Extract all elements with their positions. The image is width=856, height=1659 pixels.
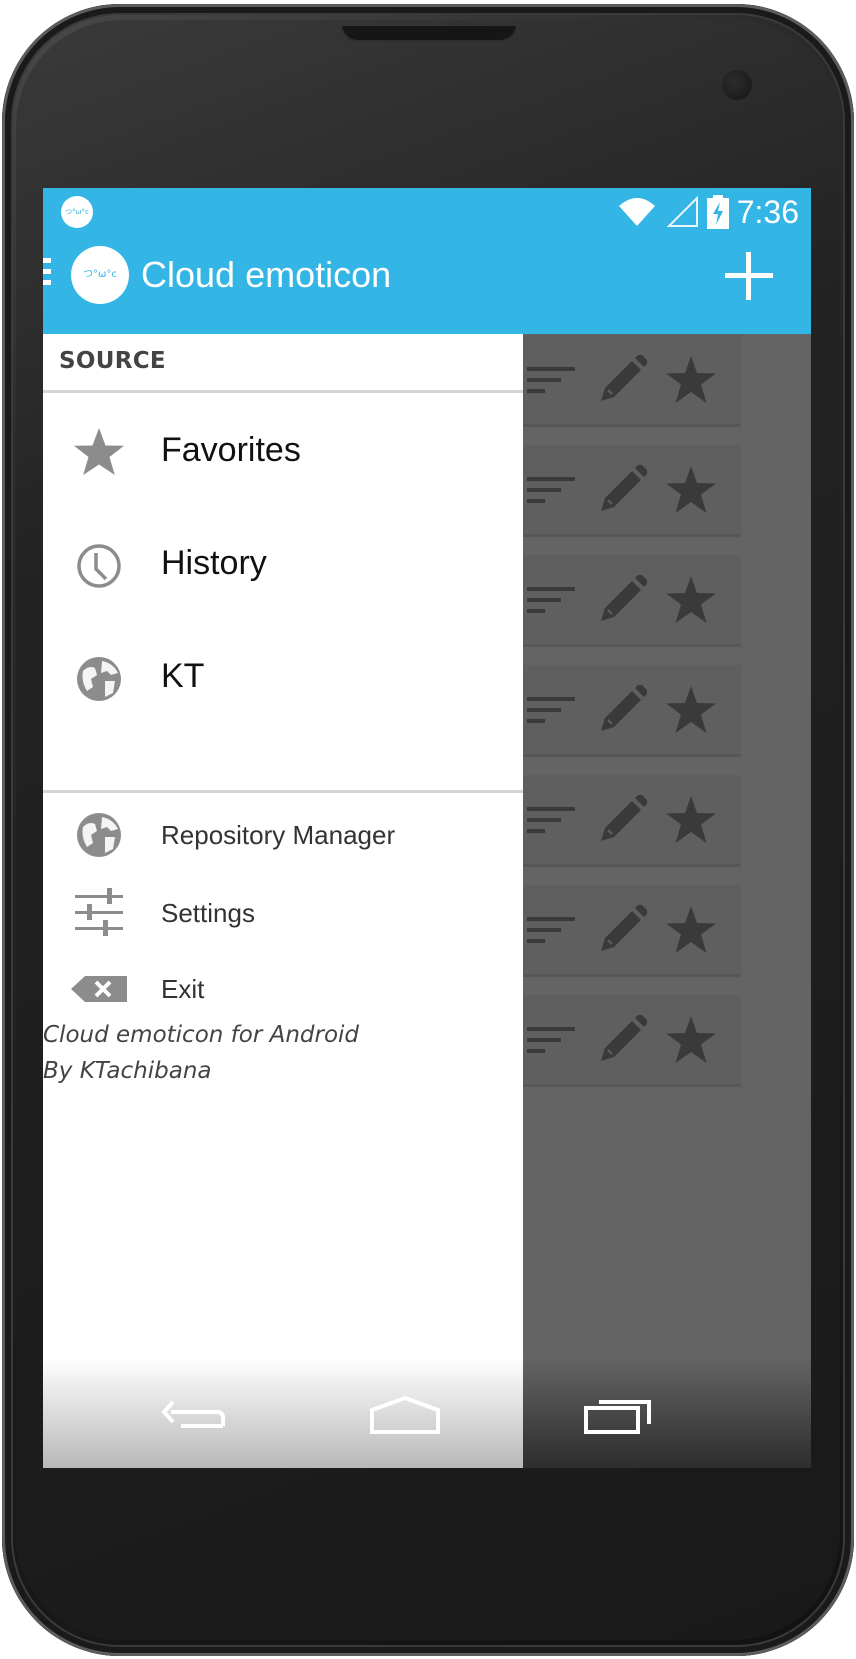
edit-pencil-icon[interactable] bbox=[597, 905, 647, 955]
favorite-star-icon[interactable] bbox=[665, 355, 717, 405]
sort-lines-icon[interactable] bbox=[527, 577, 577, 623]
sort-lines-icon[interactable] bbox=[527, 357, 577, 403]
globe-icon bbox=[77, 657, 121, 701]
drawer-item-label: Favorites bbox=[161, 431, 301, 469]
favorite-star-icon[interactable] bbox=[665, 685, 717, 735]
edit-pencil-icon[interactable] bbox=[597, 355, 647, 405]
drawer-item-exit[interactable]: Exit bbox=[43, 953, 523, 1023]
edit-pencil-icon[interactable] bbox=[597, 1015, 647, 1065]
sort-lines-icon[interactable] bbox=[527, 797, 577, 843]
wifi-icon bbox=[618, 198, 655, 226]
list-item[interactable] bbox=[493, 445, 741, 537]
drawer-item-label: Settings bbox=[161, 898, 255, 928]
drawer-item-kt[interactable]: KT bbox=[43, 624, 523, 734]
system-nav-bar-drawer-side bbox=[43, 1358, 523, 1468]
front-camera bbox=[722, 70, 752, 100]
favorite-star-icon[interactable] bbox=[665, 465, 717, 515]
cell-signal-icon bbox=[666, 196, 698, 227]
sort-lines-icon[interactable] bbox=[527, 467, 577, 513]
drawer-item-repository-manager[interactable]: Repository Manager bbox=[43, 799, 523, 869]
clock-icon bbox=[77, 544, 121, 588]
drawer-item-label: KT bbox=[161, 657, 205, 695]
screen: つ°ω°c 7:36 つ°ω°c Cloud emoticon SOURCE F… bbox=[43, 188, 811, 1468]
drawer-item-label: Exit bbox=[161, 974, 205, 1004]
list-item[interactable]: /) bbox=[493, 995, 741, 1087]
drawer-indicator-icon[interactable] bbox=[43, 258, 51, 290]
drawer-item-history[interactable]: History bbox=[43, 511, 523, 621]
footer-author: By KTachibana bbox=[43, 1058, 212, 1084]
sort-lines-icon[interactable] bbox=[527, 687, 577, 733]
edit-pencil-icon[interactable] bbox=[597, 795, 647, 845]
backspace-icon bbox=[71, 976, 127, 1002]
footer-app-name: Cloud emoticon for Android bbox=[43, 1022, 360, 1048]
earpiece-speaker bbox=[342, 26, 516, 42]
globe-icon bbox=[77, 813, 121, 857]
edit-pencil-icon[interactable] bbox=[597, 575, 647, 625]
drawer-item-settings[interactable]: Settings bbox=[43, 877, 523, 947]
notification-app-icon: つ°ω°c bbox=[61, 196, 93, 228]
favorite-star-icon[interactable] bbox=[665, 795, 717, 845]
app-logo-button[interactable]: つ°ω°c bbox=[71, 246, 129, 304]
battery-charging-icon bbox=[706, 195, 729, 229]
page-title: Cloud emoticon bbox=[141, 254, 392, 295]
back-button[interactable] bbox=[161, 1396, 229, 1436]
edit-pencil-icon[interactable] bbox=[597, 685, 647, 735]
top-bar: つ°ω°c 7:36 つ°ω°c Cloud emoticon bbox=[43, 188, 811, 334]
drawer-item-favorites[interactable]: Favorites bbox=[43, 398, 523, 508]
sort-lines-icon[interactable] bbox=[527, 907, 577, 953]
list-item[interactable] bbox=[493, 775, 741, 867]
section-header: SOURCE bbox=[59, 348, 166, 374]
action-bar: つ°ω°c Cloud emoticon bbox=[43, 236, 811, 334]
list-item[interactable] bbox=[493, 555, 741, 647]
star-icon bbox=[74, 428, 124, 475]
edit-pencil-icon[interactable] bbox=[597, 465, 647, 515]
favorite-star-icon[interactable] bbox=[665, 575, 717, 625]
divider bbox=[43, 390, 523, 393]
recent-apps-button[interactable] bbox=[583, 1396, 655, 1436]
home-button[interactable] bbox=[369, 1396, 441, 1436]
divider bbox=[43, 790, 523, 793]
sliders-icon bbox=[75, 888, 123, 936]
sort-lines-icon[interactable] bbox=[527, 1017, 577, 1063]
add-button[interactable] bbox=[719, 246, 779, 306]
list-item[interactable] bbox=[493, 885, 741, 977]
favorite-star-icon[interactable] bbox=[665, 905, 717, 955]
list-item[interactable] bbox=[493, 665, 741, 757]
navigation-drawer: SOURCE Favorites History KT Repository M… bbox=[43, 334, 523, 1468]
drawer-item-label: History bbox=[161, 544, 267, 582]
drawer-item-label: Repository Manager bbox=[161, 820, 396, 850]
list-item[interactable] bbox=[493, 335, 741, 427]
favorite-star-icon[interactable] bbox=[665, 1015, 717, 1065]
status-time: 7:36 bbox=[736, 193, 799, 230]
status-indicators: 7:36 bbox=[617, 188, 799, 236]
